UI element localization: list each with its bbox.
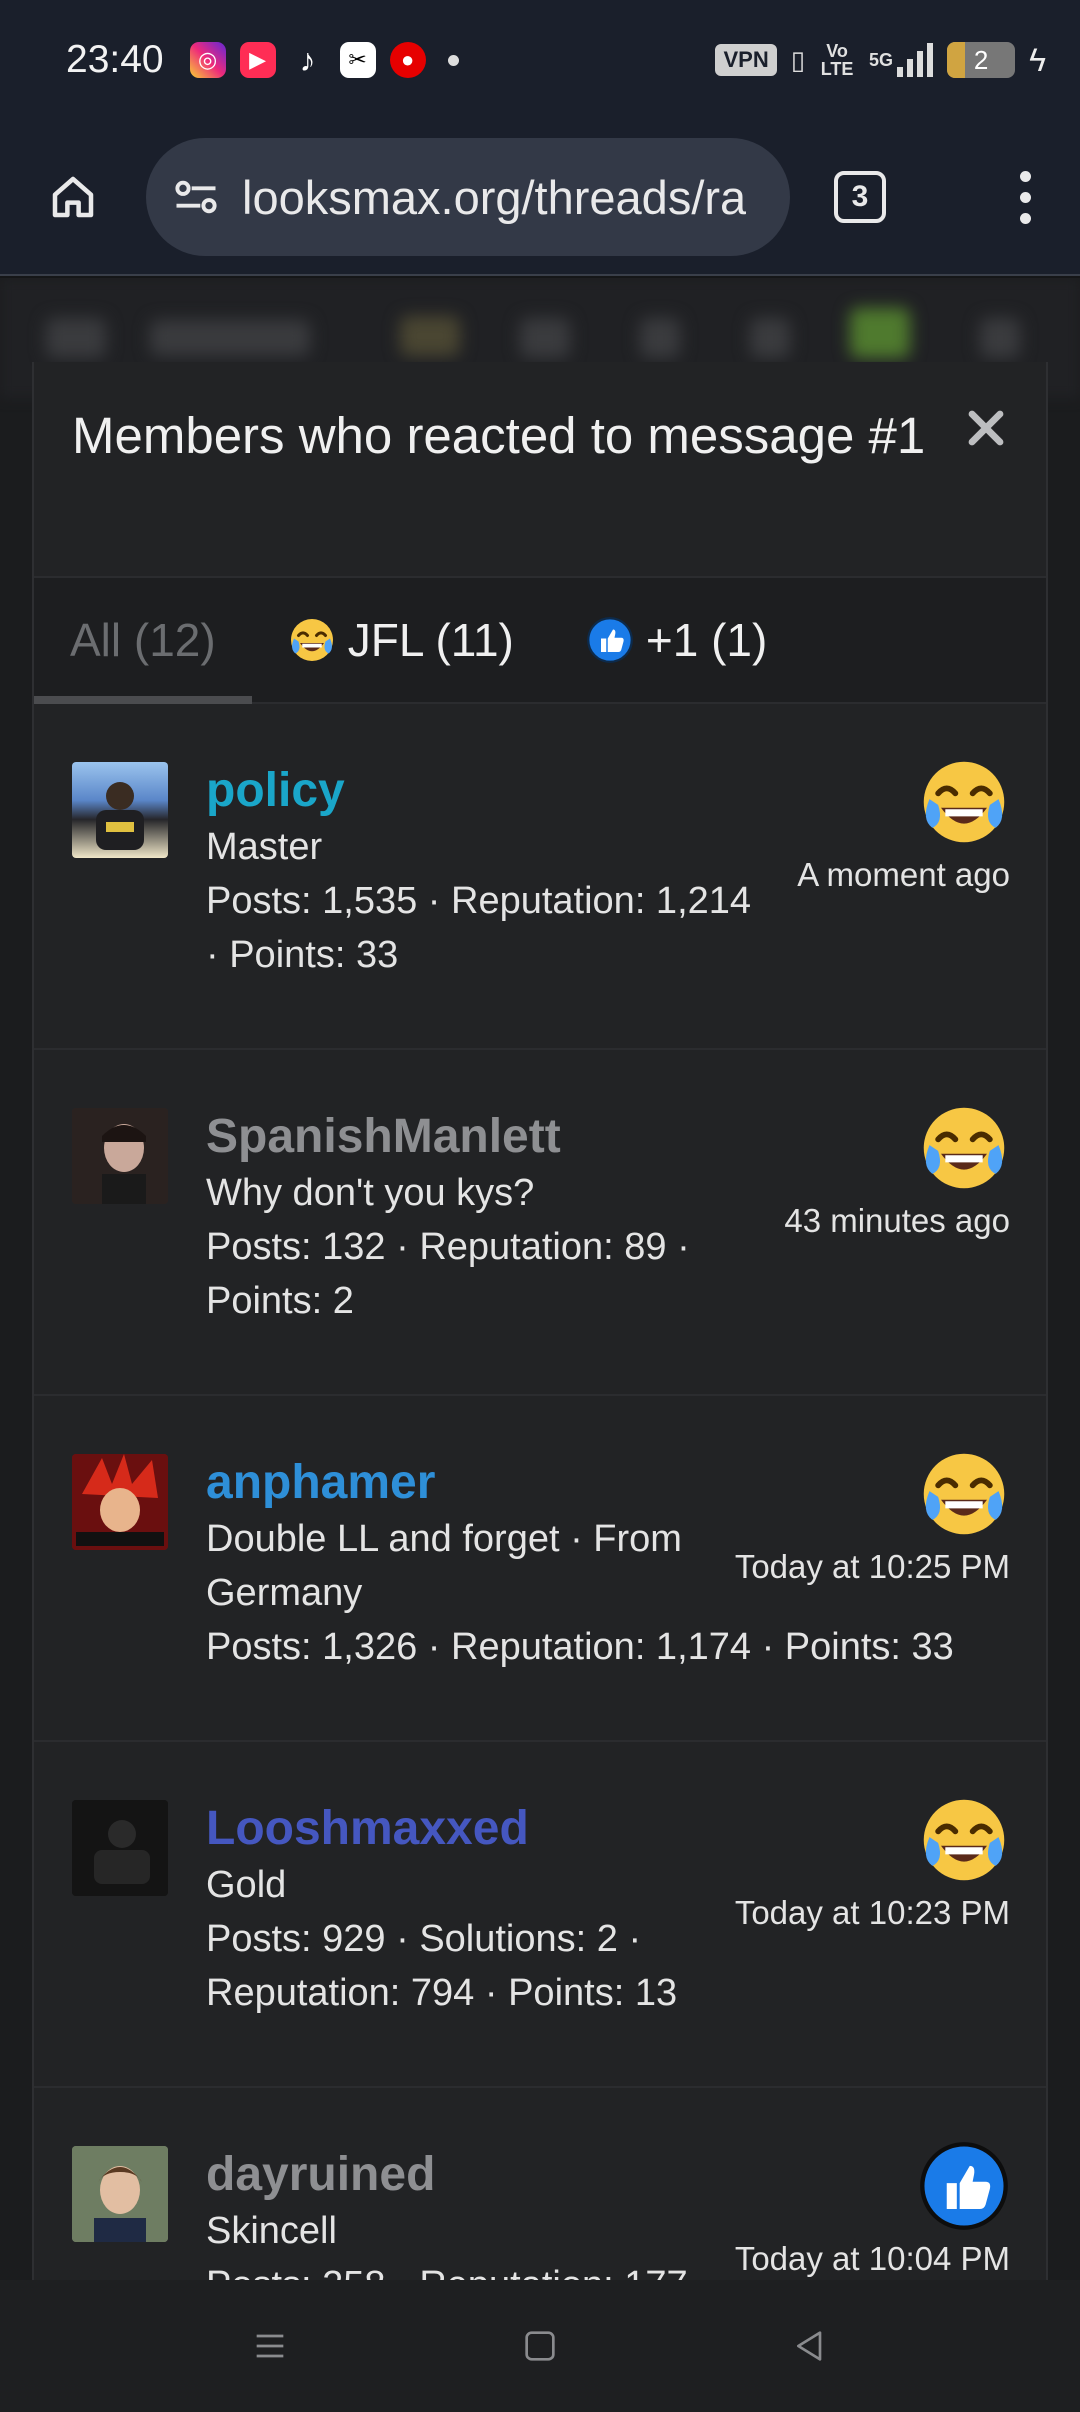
member-stats: Posts: 1,326 · Reputation: 1,174 · Point… xyxy=(206,1626,954,1668)
site-settings-icon xyxy=(175,180,217,214)
browser-menu-button[interactable] xyxy=(1010,170,1040,224)
modal-title: Members who reacted to message #1 xyxy=(72,407,926,464)
jfl-reaction-icon xyxy=(923,1107,1005,1189)
member-title: Gold xyxy=(206,1864,287,1906)
avatar[interactable] xyxy=(72,762,168,858)
member-title: Why don't you kys? xyxy=(206,1172,535,1214)
member-stats: Posts: 258 · Reputation: 177 xyxy=(206,2258,766,2282)
member-name[interactable]: Looshmaxxed xyxy=(206,1800,766,1858)
close-icon[interactable] xyxy=(962,404,1010,452)
home-nav-button[interactable] xyxy=(520,2326,560,2366)
tab-plus-one[interactable]: +1 (1) xyxy=(550,578,803,702)
member-name[interactable]: dayruined xyxy=(206,2146,766,2204)
avatar[interactable] xyxy=(72,1800,168,1896)
member-stats: Posts: 132 · Reputation: 89 · Points: 2 xyxy=(206,1226,690,1322)
reaction-time: Today at 10:25 PM xyxy=(734,1548,1010,1585)
tab-plus-one-label: +1 (1) xyxy=(645,614,768,666)
back-button[interactable] xyxy=(790,2326,830,2366)
thumbs-up-reaction-icon xyxy=(920,2142,1008,2230)
reaction-time: Today at 10:04 PM xyxy=(734,2240,1010,2277)
vodafone-icon: ● xyxy=(389,42,426,78)
member-name[interactable]: anphamer xyxy=(206,1454,766,1512)
member-title: Double LL and forget · From Germany xyxy=(206,1518,682,1614)
member-title: Master xyxy=(206,826,323,868)
url-text[interactable]: looksmax.org/threads/ra xyxy=(242,170,746,225)
jfl-reaction-icon xyxy=(923,761,1005,843)
member-title: Skincell xyxy=(206,2210,337,2252)
notification-icons: ◎ ▶ ♪ ✂ ● xyxy=(189,41,459,78)
avatar[interactable] xyxy=(72,1454,168,1550)
jfl-emoji-icon xyxy=(290,619,333,661)
modal-header: Members who reacted to message #1 xyxy=(34,362,1046,578)
capcut-icon: ✂ xyxy=(339,42,376,78)
reactions-modal: Members who reacted to message #1 All (1… xyxy=(32,362,1048,2282)
member-stats: Posts: 929 · Solutions: 2 · Reputation: … xyxy=(206,1918,678,2014)
volte-icon: Vo LTE xyxy=(820,41,854,79)
address-bar[interactable]: looksmax.org/threads/ra xyxy=(146,138,790,256)
vibrate-icon: ▯ xyxy=(790,44,806,75)
list-item: policy Master Posts: 1,535 · Reputation:… xyxy=(34,704,1046,1050)
more-notifications-icon xyxy=(447,54,459,66)
tab-jfl[interactable]: JFL (11) xyxy=(252,578,550,702)
system-nav-bar xyxy=(0,2280,1080,2412)
tab-all-label: All (12) xyxy=(70,614,216,666)
tab-switcher-button[interactable]: 3 xyxy=(834,171,886,223)
reaction-time: A moment ago xyxy=(797,856,1010,893)
avatar[interactable] xyxy=(72,2146,168,2242)
clock: 23:40 xyxy=(66,38,164,81)
network-type-icon: 5G xyxy=(869,49,894,70)
jfl-reaction-icon xyxy=(923,1799,1005,1881)
system-icons: VPN ▯ Vo LTE 5G 2 ϟ xyxy=(715,42,1046,79)
reaction-tabs: All (12) JFL (11) +1 (1) xyxy=(34,578,1046,704)
tab-jfl-label: JFL (11) xyxy=(347,614,514,666)
home-button[interactable] xyxy=(40,164,106,230)
reaction-time: Today at 10:23 PM xyxy=(734,1894,1010,1931)
list-item: dayruined Skincell Posts: 258 · Reputati… xyxy=(34,2088,1046,2282)
tiktok-icon: ♪ xyxy=(299,41,316,78)
vpn-icon: VPN xyxy=(715,44,777,76)
video-app-icon: ▶ xyxy=(239,42,276,78)
square-icon xyxy=(525,2331,555,2361)
browser-toolbar: looksmax.org/threads/ra 3 xyxy=(0,120,1080,276)
battery-icon: 2 xyxy=(947,42,1016,78)
list-item: SpanishManlett Why don't you kys? Posts:… xyxy=(34,1050,1046,1396)
menu-lines-icon xyxy=(256,2334,284,2358)
member-stats: Posts: 1,535 · Reputation: 1,214 · Point… xyxy=(206,880,752,976)
avatar[interactable] xyxy=(72,1108,168,1204)
jfl-reaction-icon xyxy=(923,1453,1005,1535)
list-item: anphamer Double LL and forget · From Ger… xyxy=(34,1396,1046,1742)
reaction-time: 43 minutes ago xyxy=(784,1202,1010,1239)
member-name[interactable]: policy xyxy=(206,762,766,820)
charging-icon: ϟ xyxy=(1029,41,1046,78)
recents-button[interactable] xyxy=(250,2326,290,2366)
home-icon xyxy=(52,176,94,218)
back-triangle-icon xyxy=(797,2331,822,2361)
member-list: policy Master Posts: 1,535 · Reputation:… xyxy=(34,704,1046,2282)
member-name[interactable]: SpanishManlett xyxy=(206,1108,766,1166)
status-bar: 23:40 ◎ ▶ ♪ ✂ ● VPN ▯ Vo LTE 5G 2 ϟ xyxy=(0,0,1080,120)
instagram-icon: ◎ xyxy=(189,42,226,78)
tab-all[interactable]: All (12) xyxy=(34,578,252,704)
signal-icon xyxy=(897,43,934,77)
list-item: Looshmaxxed Gold Posts: 929 · Solutions:… xyxy=(34,1742,1046,2088)
thumbs-up-icon xyxy=(587,617,633,663)
